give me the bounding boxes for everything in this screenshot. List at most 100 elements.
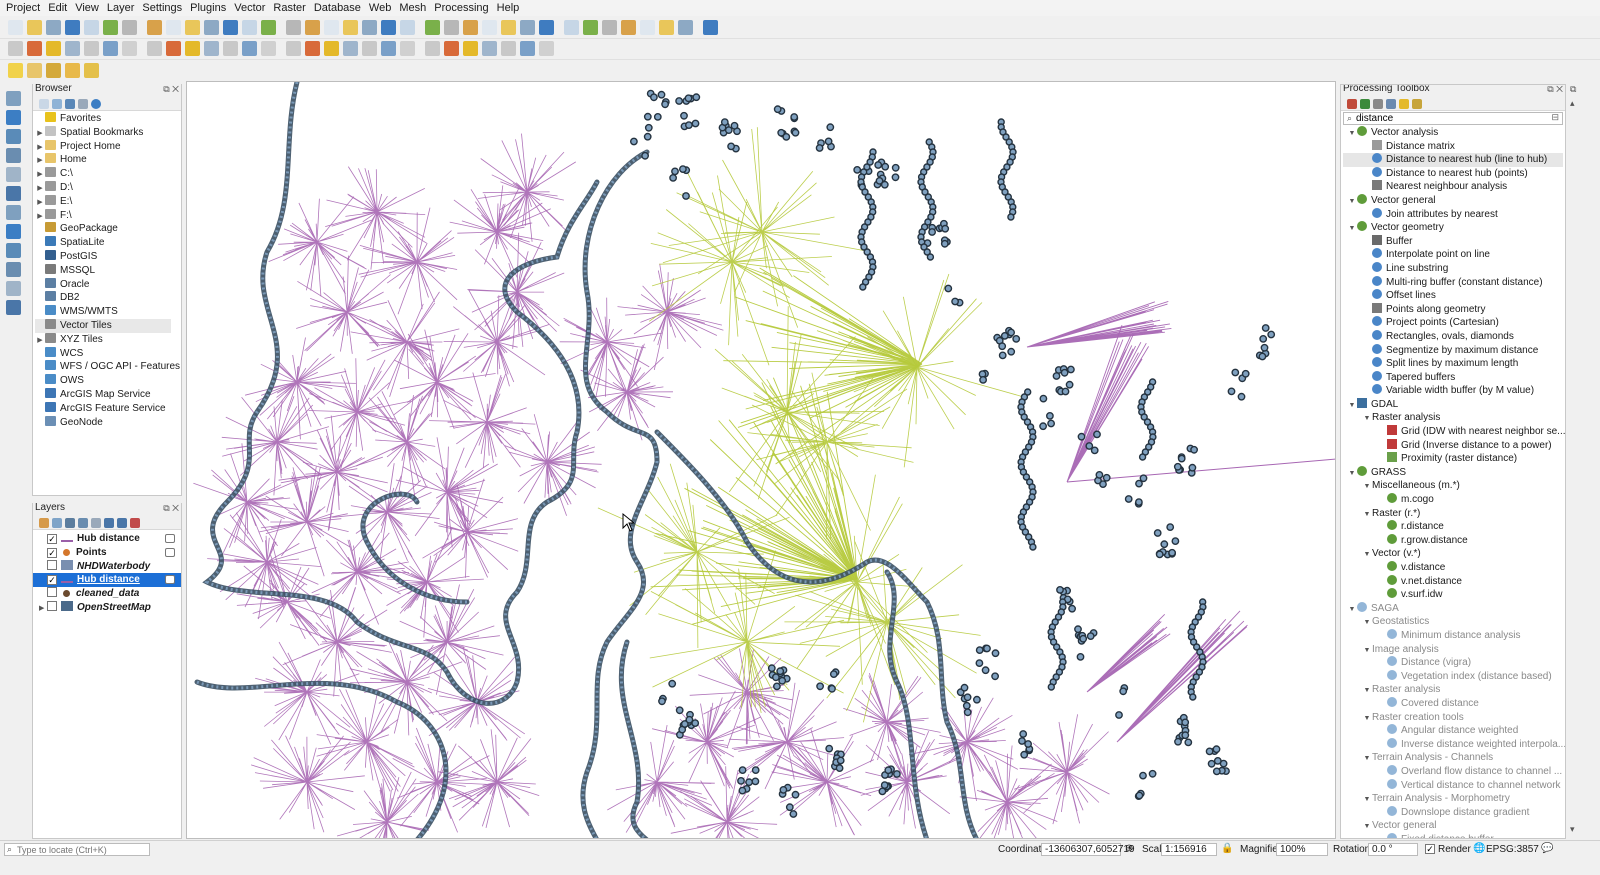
collapse-arrow-icon[interactable]: ▼: [1362, 712, 1372, 726]
panel-close-icon[interactable]: ⧉ ✕: [1547, 85, 1563, 95]
toolbox-algorithm[interactable]: Points along geometry: [1343, 302, 1563, 317]
expand-arrow-icon[interactable]: ▶: [35, 154, 45, 168]
map-render[interactable]: [187, 82, 1336, 839]
toolbox-algorithm[interactable]: Distance to nearest hub (points): [1343, 166, 1563, 181]
toolbox-group[interactable]: ▼ Miscellaneous (m.*): [1343, 479, 1563, 493]
add-wfs-icon[interactable]: [6, 281, 21, 296]
browser-item-wms-wmts[interactable]: WMS/WMTS: [35, 305, 171, 319]
measure-icon[interactable]: [501, 19, 516, 35]
annotation-icon[interactable]: [520, 19, 535, 35]
show-bookmarks-icon[interactable]: [343, 19, 358, 35]
filter-icon[interactable]: [78, 517, 88, 528]
expand-arrow-icon[interactable]: ▶: [35, 334, 45, 348]
save-project-icon[interactable]: [46, 19, 61, 35]
toolbox-algorithm[interactable]: Distance to nearest hub (line to hub): [1343, 153, 1563, 167]
browser-item-favorites[interactable]: Favorites: [35, 112, 171, 126]
toolbox-algorithm[interactable]: Multi-ring buffer (constant distance): [1343, 275, 1563, 290]
expand-arrow-icon[interactable]: ▶: [35, 182, 45, 196]
add-oracle-icon[interactable]: [6, 224, 21, 239]
browser-item-spatialite[interactable]: SpatiaLite: [35, 236, 171, 250]
toolbox-algorithm[interactable]: Vegetation index (distance based): [1343, 669, 1563, 684]
toolbox-algorithm[interactable]: Interpolate point on line: [1343, 248, 1563, 262]
refresh-icon[interactable]: [381, 19, 396, 35]
browser-item-f[interactable]: ▶ F:\: [35, 208, 171, 224]
menu-layer[interactable]: Layer: [107, 2, 135, 14]
toolbox-algorithm[interactable]: Distance matrix: [1343, 139, 1563, 154]
browser-item-arcgis-map-service[interactable]: ArcGIS Map Service: [35, 387, 171, 402]
collapse-arrow-icon[interactable]: ▼: [1362, 508, 1372, 522]
info-icon[interactable]: [91, 98, 101, 109]
browser-item-db2[interactable]: DB2: [35, 291, 171, 305]
label-pin-icon[interactable]: [261, 41, 276, 56]
collapse-arrow-icon[interactable]: ▼: [1347, 222, 1357, 236]
layer-visibility-checkbox[interactable]: ✓: [47, 575, 57, 586]
layer-indicator-icon[interactable]: [165, 575, 175, 585]
toolbox-algorithm[interactable]: Minimum distance analysis: [1343, 628, 1563, 643]
toolbox-search-input[interactable]: [1356, 113, 1546, 124]
add-wms-icon[interactable]: [6, 243, 21, 258]
refresh-icon[interactable]: [52, 98, 62, 109]
toolbox-provider[interactable]: ▼ GDAL: [1343, 397, 1563, 413]
toolbox-algorithm[interactable]: Grid (IDW with nearest neighbor se...: [1343, 425, 1565, 439]
tool-22-icon[interactable]: [425, 41, 440, 56]
expand-arrow-icon[interactable]: ▶: [35, 210, 45, 224]
browser-item-c[interactable]: ▶ C:\: [35, 167, 171, 181]
toolbox-provider[interactable]: ▼ SAGA: [1343, 601, 1563, 616]
tool-24-icon[interactable]: [463, 41, 478, 56]
toolbox-algorithm[interactable]: r.grow.distance: [1343, 533, 1563, 548]
sum-icon[interactable]: [482, 19, 497, 35]
crs-label[interactable]: EPSG:3857: [1486, 844, 1539, 855]
filter-expression-icon[interactable]: [91, 517, 101, 528]
zoom-out-icon[interactable]: [185, 19, 200, 35]
tool-33-icon[interactable]: [640, 19, 655, 35]
tool-23-icon[interactable]: [444, 41, 459, 56]
add-group-icon[interactable]: [52, 517, 62, 528]
save-edits-icon[interactable]: [65, 41, 80, 56]
toolbox-algorithm[interactable]: Project points (Cartesian): [1343, 316, 1563, 330]
add-raster-icon[interactable]: [6, 110, 21, 125]
visibility-icon[interactable]: [65, 517, 75, 528]
new-project-icon[interactable]: [8, 19, 23, 35]
browser-item-wfs-ogc-api-features[interactable]: WFS / OGC API - Features: [35, 360, 180, 374]
menu-raster[interactable]: Raster: [273, 2, 305, 14]
tool-20-icon[interactable]: [381, 41, 396, 56]
filter-icon[interactable]: [65, 98, 75, 109]
toolbox-algorithm[interactable]: Split lines by maximum length: [1343, 357, 1563, 371]
digitize-icon[interactable]: [8, 41, 23, 56]
toolbox-provider[interactable]: ▼ Vector analysis: [1343, 126, 1563, 140]
label-rotate-icon[interactable]: [324, 41, 339, 56]
menu-view[interactable]: View: [75, 2, 99, 14]
expand-arrow-icon[interactable]: ▶: [35, 141, 45, 155]
browser-item-oracle[interactable]: Oracle: [35, 277, 171, 292]
collapse-arrow-icon[interactable]: ▼: [1347, 127, 1357, 141]
dock-close-icon[interactable]: ▴: [1570, 98, 1575, 109]
edit-features-icon[interactable]: [1399, 98, 1409, 109]
map-tips-icon[interactable]: [539, 19, 554, 35]
collapse-arrow-icon[interactable]: ▼: [1362, 793, 1372, 807]
add-vectortile-icon[interactable]: [6, 300, 21, 315]
mouse-icon[interactable]: ⊕: [1125, 843, 1133, 854]
text-annotation-icon[interactable]: [564, 19, 579, 35]
toolbox-algorithm[interactable]: Distance (vigra): [1343, 656, 1563, 670]
add-vector-icon[interactable]: [6, 91, 21, 106]
locator-input[interactable]: [17, 844, 147, 855]
clear-search-icon[interactable]: ⊟: [1551, 112, 1559, 123]
toolbox-group[interactable]: ▼ Vector general: [1343, 819, 1563, 833]
toolbox-algorithm[interactable]: Fixed distance buffer: [1343, 832, 1563, 838]
menu-vector[interactable]: Vector: [234, 2, 265, 14]
toolbox-algorithm[interactable]: Line substring: [1343, 261, 1563, 276]
models-icon[interactable]: [1347, 98, 1357, 109]
remove-layer-icon[interactable]: [130, 517, 140, 528]
label-highlight-icon[interactable]: [362, 41, 377, 56]
label-change-icon[interactable]: [343, 41, 358, 56]
deselect-all-icon[interactable]: [84, 63, 99, 78]
deselect-icon[interactable]: [27, 63, 42, 78]
collapse-arrow-icon[interactable]: ▼: [1362, 412, 1372, 426]
collapse-arrow-icon[interactable]: ▼: [1347, 399, 1357, 413]
browser-item-project-home[interactable]: ▶ Project Home: [35, 139, 171, 155]
add-spatialite-icon[interactable]: [6, 167, 21, 182]
toolbox-algorithm[interactable]: v.net.distance: [1343, 574, 1563, 589]
expand-arrow-icon[interactable]: ▶: [35, 168, 45, 182]
browser-item-wcs[interactable]: WCS: [35, 346, 171, 361]
layer-visibility-checkbox[interactable]: [47, 600, 57, 611]
